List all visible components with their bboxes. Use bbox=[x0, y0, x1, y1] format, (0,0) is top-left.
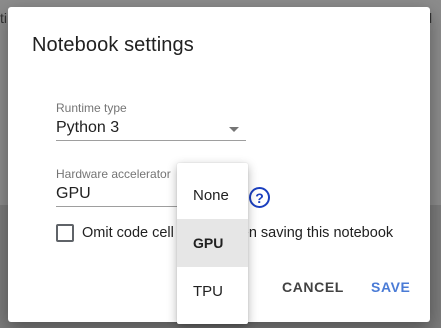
hardware-accelerator-label: Hardware accelerator bbox=[56, 167, 171, 181]
save-button[interactable]: SAVE bbox=[371, 279, 411, 295]
runtime-type-underline bbox=[56, 140, 246, 141]
omit-output-checkbox[interactable] bbox=[56, 224, 74, 242]
background-text-fragment-right: l bbox=[429, 10, 433, 26]
menu-option-tpu[interactable]: TPU bbox=[177, 267, 248, 315]
dialog-title: Notebook settings bbox=[32, 34, 194, 56]
hardware-accelerator-value: GPU bbox=[56, 185, 91, 202]
runtime-type-label: Runtime type bbox=[56, 101, 127, 115]
hardware-accelerator-menu: None GPU TPU bbox=[177, 163, 248, 324]
help-circle-icon[interactable]: ? bbox=[249, 187, 270, 208]
hardware-accelerator-underline bbox=[56, 206, 178, 207]
menu-option-gpu[interactable]: GPU bbox=[177, 219, 248, 267]
runtime-type-value: Python 3 bbox=[56, 119, 120, 136]
chevron-down-icon bbox=[229, 127, 239, 132]
menu-option-none[interactable]: None bbox=[177, 171, 248, 219]
cancel-button[interactable]: CANCEL bbox=[282, 279, 344, 295]
